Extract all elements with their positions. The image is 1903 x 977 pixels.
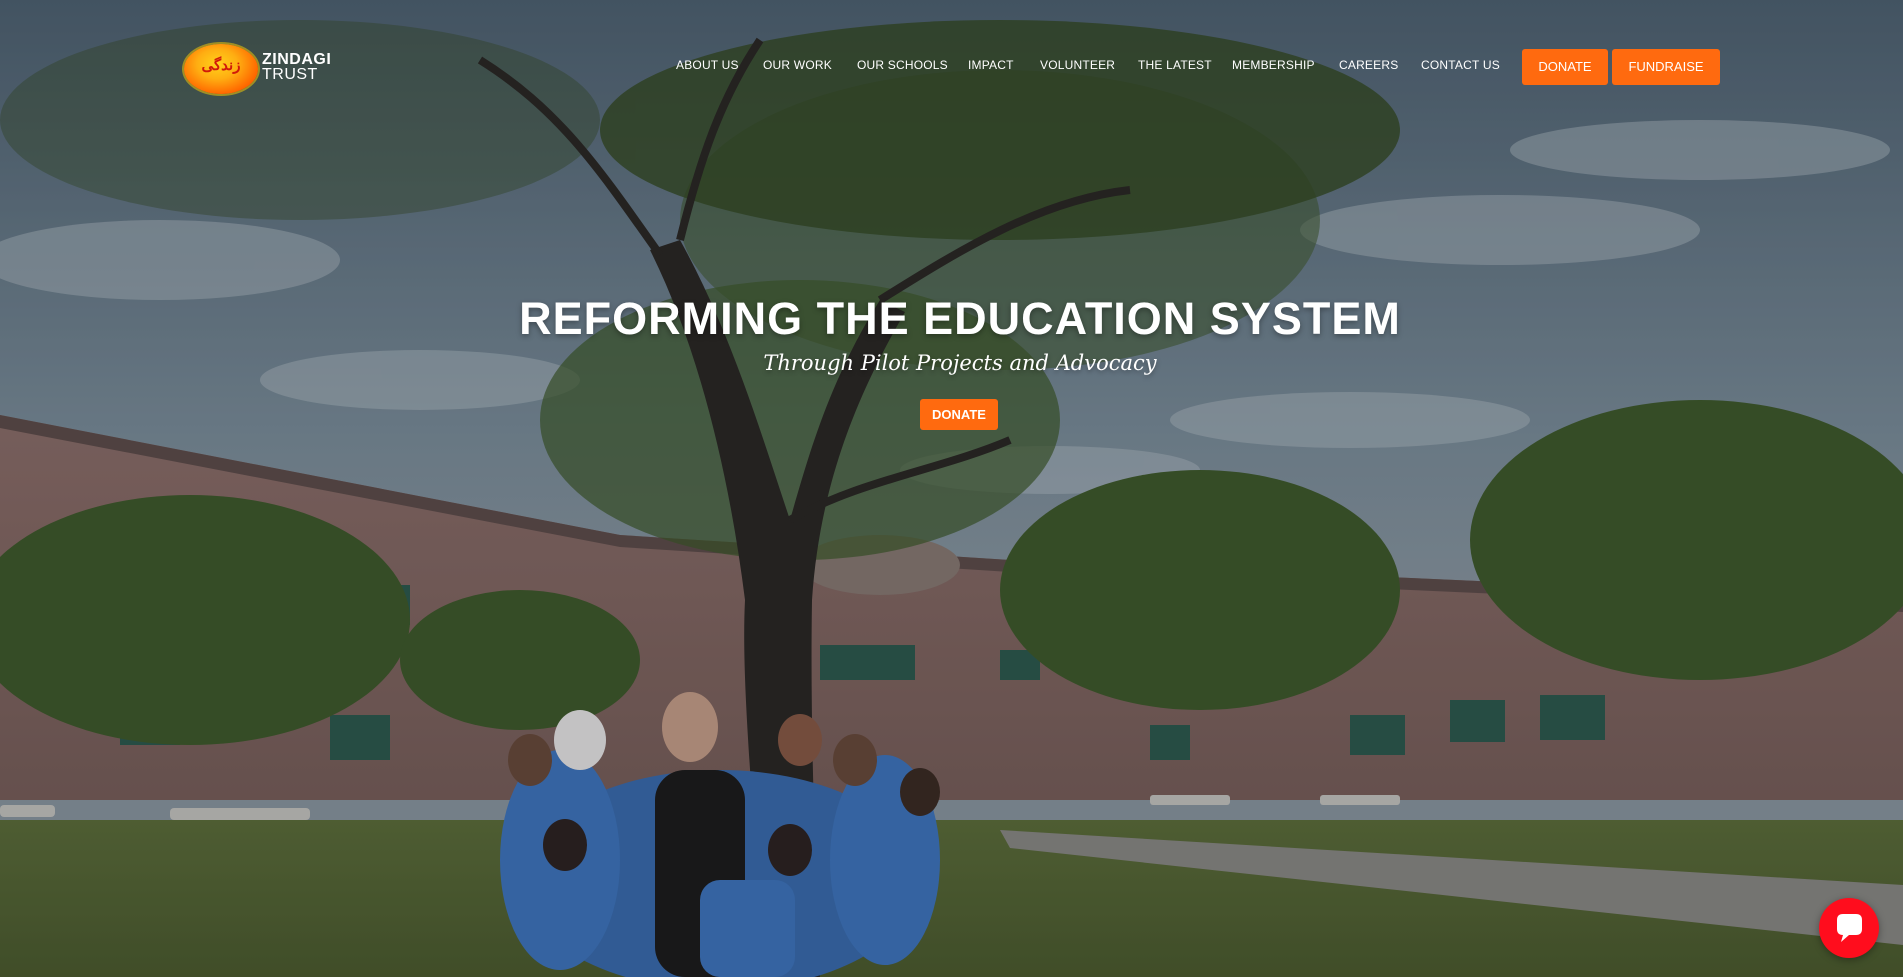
site-logo[interactable]: زندگی ZINDAGI TRUST <box>184 40 344 98</box>
nav-item-careers[interactable]: CAREERS <box>1339 58 1398 72</box>
chat-bubble-icon <box>1837 914 1862 942</box>
nav-item-membership[interactable]: MEMBERSHIP <box>1232 58 1315 72</box>
chat-widget-button[interactable] <box>1819 898 1879 958</box>
logo-wordmark: ZINDAGI TRUST <box>262 51 332 83</box>
hero-section <box>0 0 1903 977</box>
hero-headline: REFORMING THE EDUCATION SYSTEM <box>519 293 1401 344</box>
hero-dark-overlay <box>0 0 1903 977</box>
logo-name-line1: ZINDAGI <box>262 51 332 68</box>
nav-item-impact[interactable]: IMPACT <box>968 58 1014 72</box>
hero-subheadline: Through Pilot Projects and Advocacy <box>763 351 1157 375</box>
header-fundraise-button[interactable]: FUNDRAISE <box>1612 49 1720 85</box>
nav-item-our-schools[interactable]: OUR SCHOOLS <box>857 58 948 72</box>
hero-donate-button[interactable]: DONATE <box>920 399 998 430</box>
header-donate-button[interactable]: DONATE <box>1522 49 1608 85</box>
logo-urdu-wordmark: زندگی <box>201 56 241 74</box>
nav-item-our-work[interactable]: OUR WORK <box>763 58 832 72</box>
nav-item-about-us[interactable]: ABOUT US <box>676 58 739 72</box>
nav-item-contact-us[interactable]: CONTACT US <box>1421 58 1500 72</box>
nav-item-volunteer[interactable]: VOLUNTEER <box>1040 58 1115 72</box>
logo-emblem: زندگی <box>184 44 258 94</box>
logo-name-line2: TRUST <box>262 66 318 83</box>
nav-item-the-latest[interactable]: THE LATEST <box>1138 58 1212 72</box>
